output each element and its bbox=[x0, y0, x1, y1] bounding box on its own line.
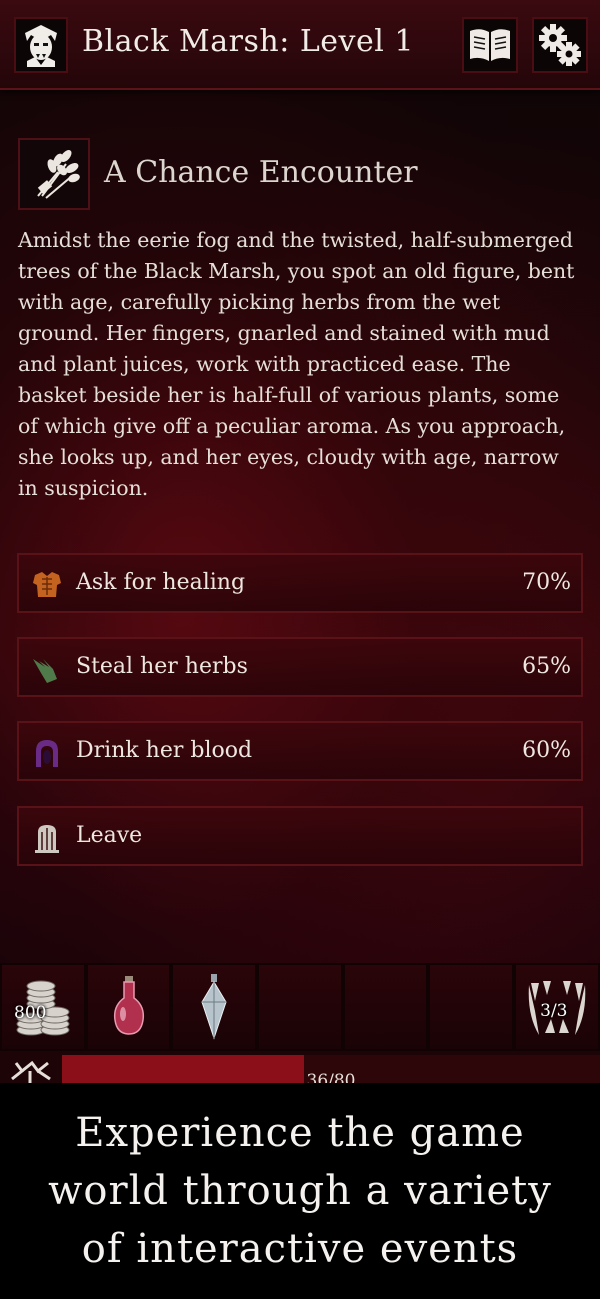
choice-label: Ask for healing bbox=[76, 570, 246, 595]
event-title: A Chance Encounter bbox=[104, 155, 418, 190]
herbs-bundle-icon bbox=[18, 138, 90, 210]
choice-chance: 70% bbox=[522, 570, 571, 595]
vampire-portrait-icon[interactable] bbox=[14, 17, 68, 73]
empty-slot[interactable] bbox=[257, 963, 343, 1051]
caption-line-1: Experience the game bbox=[75, 1110, 525, 1156]
health-text: 36/80 bbox=[306, 1071, 356, 1083]
level-title: Black Marsh: Level 1 bbox=[82, 24, 414, 59]
torso-armor-icon bbox=[33, 572, 61, 597]
choice-label: Leave bbox=[76, 823, 143, 848]
empty-slot[interactable] bbox=[428, 963, 515, 1051]
winged-foot-icon bbox=[33, 659, 57, 683]
choice-ask-for-healing[interactable]: Ask for healing 70% bbox=[17, 553, 583, 613]
choice-leave[interactable]: Leave bbox=[17, 806, 583, 866]
sun-glyph-icon bbox=[11, 1060, 51, 1083]
choice-label: Drink her blood bbox=[76, 738, 253, 763]
health-bar-row: 36/80 bbox=[0, 1051, 600, 1083]
crystal-slot[interactable] bbox=[171, 963, 258, 1051]
caption-line-2: world through a variety bbox=[48, 1168, 552, 1214]
inventory-bar: 800 3/3 bbox=[0, 963, 600, 1051]
gold-slot[interactable]: 800 bbox=[0, 963, 86, 1051]
choice-steal-her-herbs[interactable]: Steal her herbs 65% bbox=[17, 637, 583, 697]
fangs-count: 3/3 bbox=[540, 1001, 568, 1021]
health-bar: 36/80 bbox=[62, 1055, 600, 1083]
choice-chance: 65% bbox=[522, 654, 571, 679]
gears-icon[interactable] bbox=[532, 17, 588, 73]
potion-slot[interactable] bbox=[85, 963, 172, 1051]
potion-flask-icon bbox=[113, 976, 144, 1035]
dark-portal-icon bbox=[36, 740, 58, 767]
caption-line-3: of interactive events bbox=[81, 1226, 519, 1272]
promo-caption: Experience the game world through a vari… bbox=[0, 1083, 600, 1299]
crystal-icon bbox=[201, 974, 227, 1040]
game-screen: Black Marsh: Level 1 A Chance Encounter … bbox=[0, 0, 600, 1083]
empty-slot[interactable] bbox=[342, 963, 429, 1051]
choice-label: Steal her herbs bbox=[76, 654, 248, 679]
open-book-icon[interactable] bbox=[462, 17, 518, 73]
top-bar: Black Marsh: Level 1 bbox=[0, 0, 600, 90]
choice-drink-her-blood[interactable]: Drink her blood 60% bbox=[17, 721, 583, 781]
gold-count: 800 bbox=[14, 1003, 47, 1023]
event-description: Amidst the eerie fog and the twisted, ha… bbox=[18, 228, 575, 500]
choice-chance: 60% bbox=[522, 738, 571, 763]
fangs-slot[interactable]: 3/3 bbox=[514, 963, 600, 1051]
door-icon bbox=[35, 825, 59, 853]
